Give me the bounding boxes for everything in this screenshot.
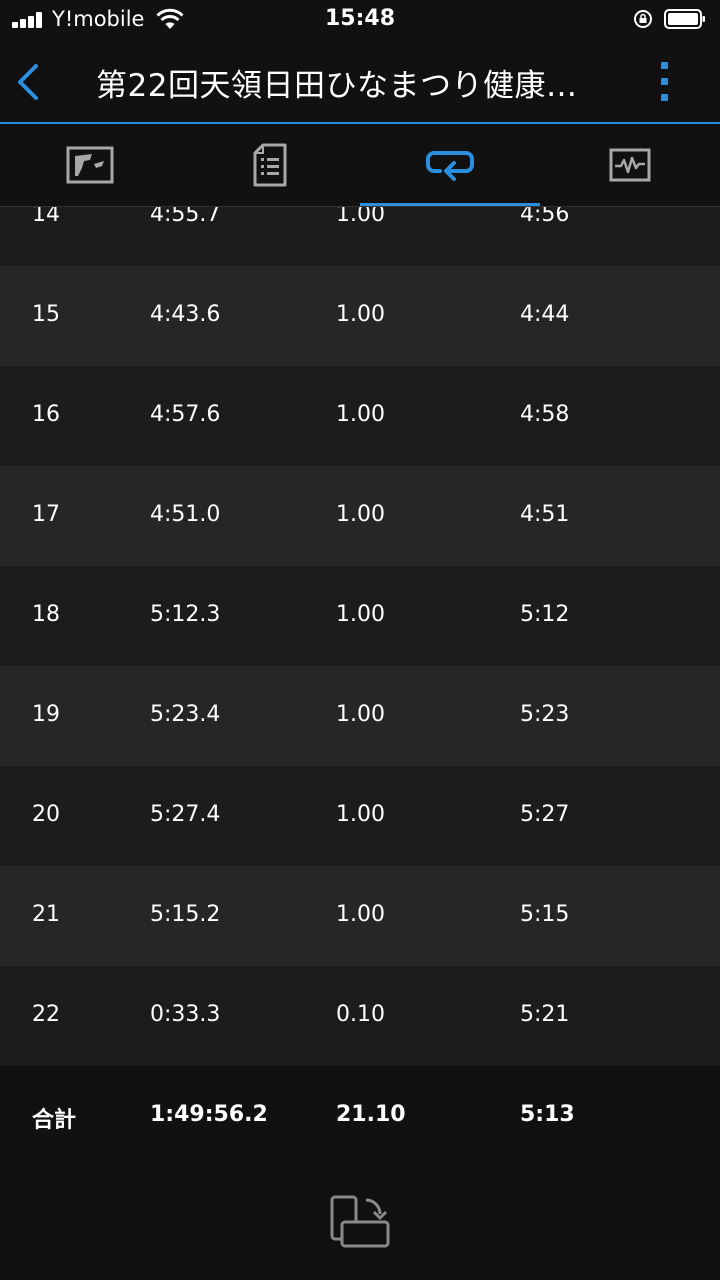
lap-time: 0:33.3 [150,1002,221,1027]
lap-pace: 5:15 [520,902,570,927]
tab-details[interactable] [180,124,360,206]
table-row[interactable]: 16 4:57.6 1.00 4:58 [0,366,720,466]
lap-distance: 1.00 [336,702,385,727]
map-icon [66,146,114,184]
table-row[interactable]: 19 5:23.4 1.00 5:23 [0,666,720,766]
orientation-lock-icon [634,10,652,28]
tab-bar [0,124,720,206]
lap-number: 16 [32,402,60,427]
lap-number: 20 [32,802,60,827]
app-header: 第22回天領日田ひなまつり健康… [0,40,720,124]
laps-table[interactable]: 14 4:55.7 1.00 4:56 15 4:43.6 1.00 4:44 16 4:57.6… [0,207,720,1066]
lap-pace: 4:44 [520,302,570,327]
lap-distance: 1.00 [336,902,385,927]
totals-pace: 5:13 [520,1102,575,1127]
status-bar: Y!mobile 15:48 [0,0,720,40]
totals-label: 合計 [32,1108,77,1133]
lap-pace: 5:12 [520,602,570,627]
lap-distance: 1.00 [336,302,385,327]
laps-icon [426,151,474,181]
lap-number: 14 [32,207,60,227]
lap-distance: 1.00 [336,802,385,827]
lap-pace: 4:51 [520,502,570,527]
rotate-screen-icon[interactable] [328,1194,392,1250]
lap-pace: 4:56 [520,207,570,227]
lap-number: 19 [32,702,60,727]
table-row[interactable]: 18 5:12.3 1.00 5:12 [0,566,720,666]
lap-distance: 1.00 [336,402,385,427]
details-icon [253,143,287,187]
lap-time: 5:12.3 [150,602,221,627]
tab-laps[interactable] [360,124,540,206]
lap-pace: 5:27 [520,802,570,827]
lap-number: 18 [32,602,60,627]
page-title: 第22回天領日田ひなまつり健康… [96,68,578,104]
lap-time: 5:23.4 [150,702,221,727]
lap-pace: 4:58 [520,402,570,427]
lap-number: 15 [32,302,60,327]
table-row[interactable]: 22 0:33.3 0.10 5:21 [0,966,720,1066]
totals-distance: 21.10 [336,1102,406,1127]
tab-chart[interactable] [540,124,720,206]
lap-time: 4:51.0 [150,502,221,527]
lap-time: 5:27.4 [150,802,221,827]
totals-row: 合計 1:49:56.2 21.10 5:13 [0,1066,720,1166]
lap-distance: 1.00 [336,602,385,627]
more-menu-icon[interactable] [650,58,680,106]
tab-map[interactable] [0,124,180,206]
lap-time: 4:57.6 [150,402,221,427]
lap-number: 22 [32,1002,60,1027]
lap-time: 4:43.6 [150,302,221,327]
battery-icon [664,9,705,29]
lap-pace: 5:21 [520,1002,570,1027]
table-row[interactable]: 15 4:43.6 1.00 4:44 [0,266,720,366]
lap-distance: 1.00 [336,502,385,527]
table-row[interactable]: 21 5:15.2 1.00 5:15 [0,866,720,966]
lap-pace: 5:23 [520,702,570,727]
lap-distance: 0.10 [336,1002,385,1027]
back-chevron-icon[interactable] [12,60,48,104]
lap-time: 5:15.2 [150,902,221,927]
lap-number: 17 [32,502,60,527]
status-time: 15:48 [324,6,396,31]
lap-distance: 1.00 [336,207,385,227]
chart-icon [609,148,651,182]
table-row[interactable]: 14 4:55.7 1.00 4:56 [0,207,720,266]
totals-time: 1:49:56.2 [150,1102,268,1127]
lap-number: 21 [32,902,60,927]
table-row[interactable]: 20 5:27.4 1.00 5:27 [0,766,720,866]
table-row[interactable]: 17 4:51.0 1.00 4:51 [0,466,720,566]
lap-time: 4:55.7 [150,207,221,227]
